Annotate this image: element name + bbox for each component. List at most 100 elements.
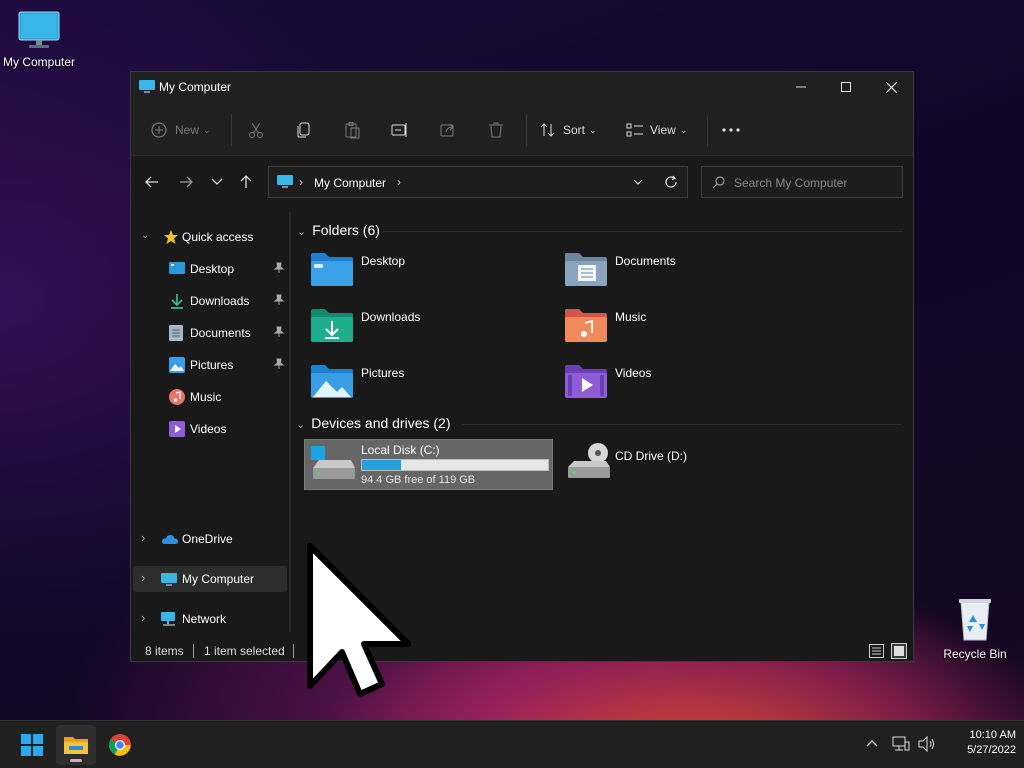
sidebar-item-label: Videos xyxy=(190,422,227,436)
rename-button[interactable] xyxy=(391,116,409,144)
folder-icon xyxy=(64,737,88,754)
chevron-down-icon: ⌄ xyxy=(589,124,597,135)
title-bar[interactable]: My Computer xyxy=(131,72,913,104)
sidebar-item-pictures[interactable]: Pictures xyxy=(133,352,287,378)
folder-item-pictures[interactable]: Pictures xyxy=(310,363,550,407)
close-button[interactable] xyxy=(868,72,914,102)
window-title: My Computer xyxy=(159,80,232,94)
folder-item-desktop[interactable]: Desktop xyxy=(310,251,550,295)
new-button[interactable]: New ⌄ xyxy=(151,116,211,144)
search-input[interactable] xyxy=(732,172,896,194)
share-button[interactable] xyxy=(439,116,457,144)
taskbar-chrome[interactable] xyxy=(100,725,140,765)
chevron-right-icon[interactable]: › xyxy=(141,570,145,585)
sidebar-item-desktop[interactable]: Desktop xyxy=(133,256,287,282)
devices-group-header[interactable]: ⌄ Devices and drives (2) xyxy=(296,415,451,431)
copy-button[interactable] xyxy=(295,116,313,144)
address-bar[interactable]: › My Computer › xyxy=(268,166,688,198)
sidebar-item-onedrive[interactable]: › OneDrive xyxy=(133,526,287,552)
minimize-icon xyxy=(796,86,806,88)
document-icon xyxy=(169,325,183,341)
cut-button[interactable] xyxy=(247,116,265,144)
pin-icon xyxy=(273,358,285,369)
sidebar-item-label: Music xyxy=(190,390,222,404)
delete-icon xyxy=(489,122,503,138)
taskbar: 10:10 AM 5/27/2022 xyxy=(0,720,1024,768)
drive-usage-bar xyxy=(361,459,549,471)
folder-item-documents[interactable]: Documents xyxy=(564,251,804,295)
sidebar-item-quick-access[interactable]: ⌄ Quick access xyxy=(133,224,287,250)
pin-icon xyxy=(273,326,285,337)
back-button[interactable] xyxy=(139,168,165,196)
sidebar-item-videos[interactable]: Videos xyxy=(133,416,287,442)
breadcrumb[interactable]: My Computer xyxy=(314,176,386,190)
minimize-button[interactable] xyxy=(778,72,824,102)
chevron-up-icon[interactable] xyxy=(866,739,878,747)
paste-button[interactable] xyxy=(343,116,361,144)
search-box[interactable] xyxy=(701,166,903,198)
view-button[interactable]: View ⌄ xyxy=(626,116,687,144)
chevron-down-icon: ⌄ xyxy=(297,226,307,238)
sidebar-item-music[interactable]: Music xyxy=(133,384,287,410)
maximize-icon xyxy=(841,82,851,92)
folder-item-videos[interactable]: Videos xyxy=(564,363,804,407)
clock-time: 10:10 AM xyxy=(969,729,1016,741)
chevron-right-icon: › xyxy=(299,175,303,189)
folder-label: Documents xyxy=(615,254,676,268)
desktop-icon xyxy=(169,262,185,274)
network-icon[interactable] xyxy=(892,736,910,752)
separator xyxy=(293,644,294,658)
arrow-left-icon xyxy=(145,176,158,188)
folder-label: Pictures xyxy=(361,366,405,380)
desktop-icon-recycle-bin[interactable]: Recycle Bin xyxy=(930,596,1020,661)
video-icon xyxy=(169,421,185,437)
folder-item-downloads[interactable]: Downloads xyxy=(310,307,550,351)
volume-icon[interactable] xyxy=(918,736,936,752)
folders-group-header[interactable]: ⌄ Folders (6) xyxy=(297,222,380,238)
sidebar-item-label: Pictures xyxy=(190,358,234,372)
drive-item-cd-drive[interactable]: CD Drive (D:) xyxy=(560,439,810,490)
sidebar-item-my-computer[interactable]: › My Computer xyxy=(133,566,287,592)
system-clock[interactable]: 10:10 AM 5/27/2022 xyxy=(940,728,1016,758)
view-label: View xyxy=(650,123,676,137)
forward-button[interactable] xyxy=(173,168,199,196)
desktop-icon-my-computer[interactable]: My Computer xyxy=(0,10,84,69)
delete-button[interactable] xyxy=(487,116,505,144)
large-icons-view-icon[interactable] xyxy=(891,643,907,659)
close-icon xyxy=(885,81,897,93)
sidebar-item-documents[interactable]: Documents xyxy=(133,320,287,346)
share-icon xyxy=(440,123,454,137)
up-button[interactable] xyxy=(233,168,259,196)
new-label: New xyxy=(175,123,200,137)
sidebar-item-label: Downloads xyxy=(190,294,250,308)
chevron-down-icon[interactable] xyxy=(633,179,643,186)
search-icon xyxy=(712,176,725,189)
recent-locations-button[interactable] xyxy=(204,168,230,196)
folder-label: Music xyxy=(615,310,647,324)
navigation-bar: › My Computer › xyxy=(131,156,913,208)
drive-label: Local Disk (C:) xyxy=(361,443,440,457)
separator xyxy=(707,114,708,146)
item-count: 8 items xyxy=(145,644,184,658)
more-options-button[interactable] xyxy=(721,116,741,144)
chevron-right-icon[interactable]: › xyxy=(141,530,145,545)
drive-item-local-disk[interactable]: Local Disk (C:) 94.4 GB free of 119 GB xyxy=(304,439,553,490)
details-view-icon[interactable] xyxy=(869,644,884,658)
chevron-down-icon: ⌄ xyxy=(203,124,211,135)
chevron-right-icon[interactable]: › xyxy=(141,610,145,625)
refresh-icon[interactable] xyxy=(664,175,678,189)
folder-item-music[interactable]: Music xyxy=(564,307,804,351)
sidebar-item-network[interactable]: › Network xyxy=(133,606,287,632)
start-button[interactable] xyxy=(12,725,52,765)
sort-button[interactable]: Sort ⌄ xyxy=(539,116,597,144)
windows-logo-icon xyxy=(21,734,43,756)
copy-icon xyxy=(297,122,310,138)
taskbar-file-explorer[interactable] xyxy=(56,725,96,765)
devices-group-label: Devices and drives (2) xyxy=(311,415,451,431)
maximize-button[interactable] xyxy=(823,72,869,102)
clock-date: 5/27/2022 xyxy=(967,744,1016,756)
separator xyxy=(193,644,194,658)
chevron-down-icon[interactable]: ⌄ xyxy=(141,230,149,241)
sidebar-item-downloads[interactable]: Downloads xyxy=(133,288,287,314)
cut-icon xyxy=(249,122,263,138)
